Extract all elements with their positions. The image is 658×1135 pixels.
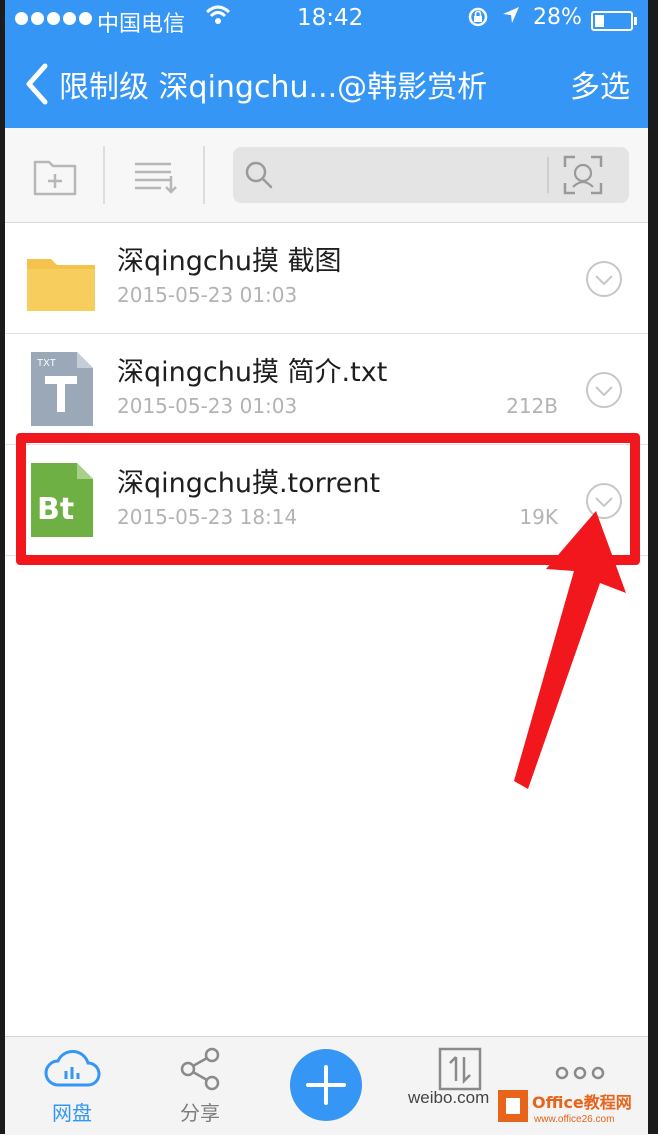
search-divider — [547, 157, 549, 193]
scan-icon[interactable] — [563, 155, 603, 195]
multi-select-button[interactable]: 多选 — [570, 62, 630, 106]
tab-share-label: 分享 — [180, 1101, 220, 1125]
file-toolbar — [5, 128, 648, 223]
location-icon — [501, 5, 521, 30]
chevron-down-circle-icon[interactable] — [584, 259, 624, 299]
navigation-bar: 限制级 深qingchu...@韩影赏析 多选 — [5, 40, 648, 128]
signal-dots-icon — [15, 12, 92, 25]
back-chevron-icon[interactable] — [19, 62, 59, 106]
file-name: 深qingchu摸 简介.txt — [117, 357, 388, 388]
screen-bezel-right — [648, 0, 658, 1134]
folder-icon — [25, 239, 97, 317]
txt-file-icon: TXT — [25, 350, 97, 428]
share-icon — [180, 1047, 220, 1091]
tab-netdisk[interactable]: 网盘 — [17, 1045, 127, 1135]
tab-netdisk-label: 网盘 — [52, 1101, 92, 1125]
search-icon — [243, 159, 275, 191]
file-row-folder[interactable]: 深qingchu摸 截图 2015-05-23 01:03 — [5, 223, 648, 334]
transfer-icon — [438, 1047, 482, 1091]
battery-icon — [591, 11, 637, 31]
toolbar-divider — [203, 146, 205, 204]
watermark-logo-sub: www.office26.com — [533, 1114, 614, 1125]
wifi-icon — [205, 4, 231, 32]
watermark-logo-text: Office教程网 — [532, 1093, 632, 1112]
txt-thumb-label: TXT — [37, 358, 56, 369]
chevron-down-circle-icon[interactable] — [584, 370, 624, 410]
search-box[interactable] — [233, 147, 629, 203]
file-name: 深qingchu摸 截图 — [117, 246, 342, 277]
toolbar-divider — [103, 146, 105, 204]
tab-share[interactable]: 分享 — [145, 1045, 255, 1135]
battery-percent: 28% — [533, 5, 582, 30]
cloud-icon — [44, 1050, 101, 1087]
file-size: 212B — [506, 394, 558, 418]
carrier-label: 中国电信 — [97, 12, 186, 37]
page-title[interactable]: 限制级 深qingchu...@韩影赏析 — [59, 62, 487, 106]
file-date: 2015-05-23 01:03 — [117, 394, 298, 418]
new-folder-icon[interactable] — [29, 150, 81, 202]
add-button[interactable] — [290, 1049, 362, 1121]
status-bar: 中国电信 18:42 28% — [5, 0, 648, 40]
file-row-txt[interactable]: TXT 深qingchu摸 简介.txt 2015-05-23 01:03 21… — [5, 334, 648, 445]
sort-icon[interactable] — [131, 150, 183, 202]
plus-icon — [306, 1065, 346, 1105]
rotation-lock-icon — [467, 6, 489, 33]
annotation-arrow-icon — [514, 511, 626, 789]
top-bar: 中国电信 18:42 28% 限制级 深qingchu...@韩影赏析 多选 — [5, 0, 648, 128]
file-date: 2015-05-23 01:03 — [117, 283, 298, 307]
watermark-text: weibo.com — [408, 1088, 490, 1107]
office-logo-icon: Office教程网 www.office26.com — [498, 1090, 632, 1125]
status-time: 18:42 — [297, 5, 364, 31]
search-input[interactable] — [283, 157, 547, 195]
